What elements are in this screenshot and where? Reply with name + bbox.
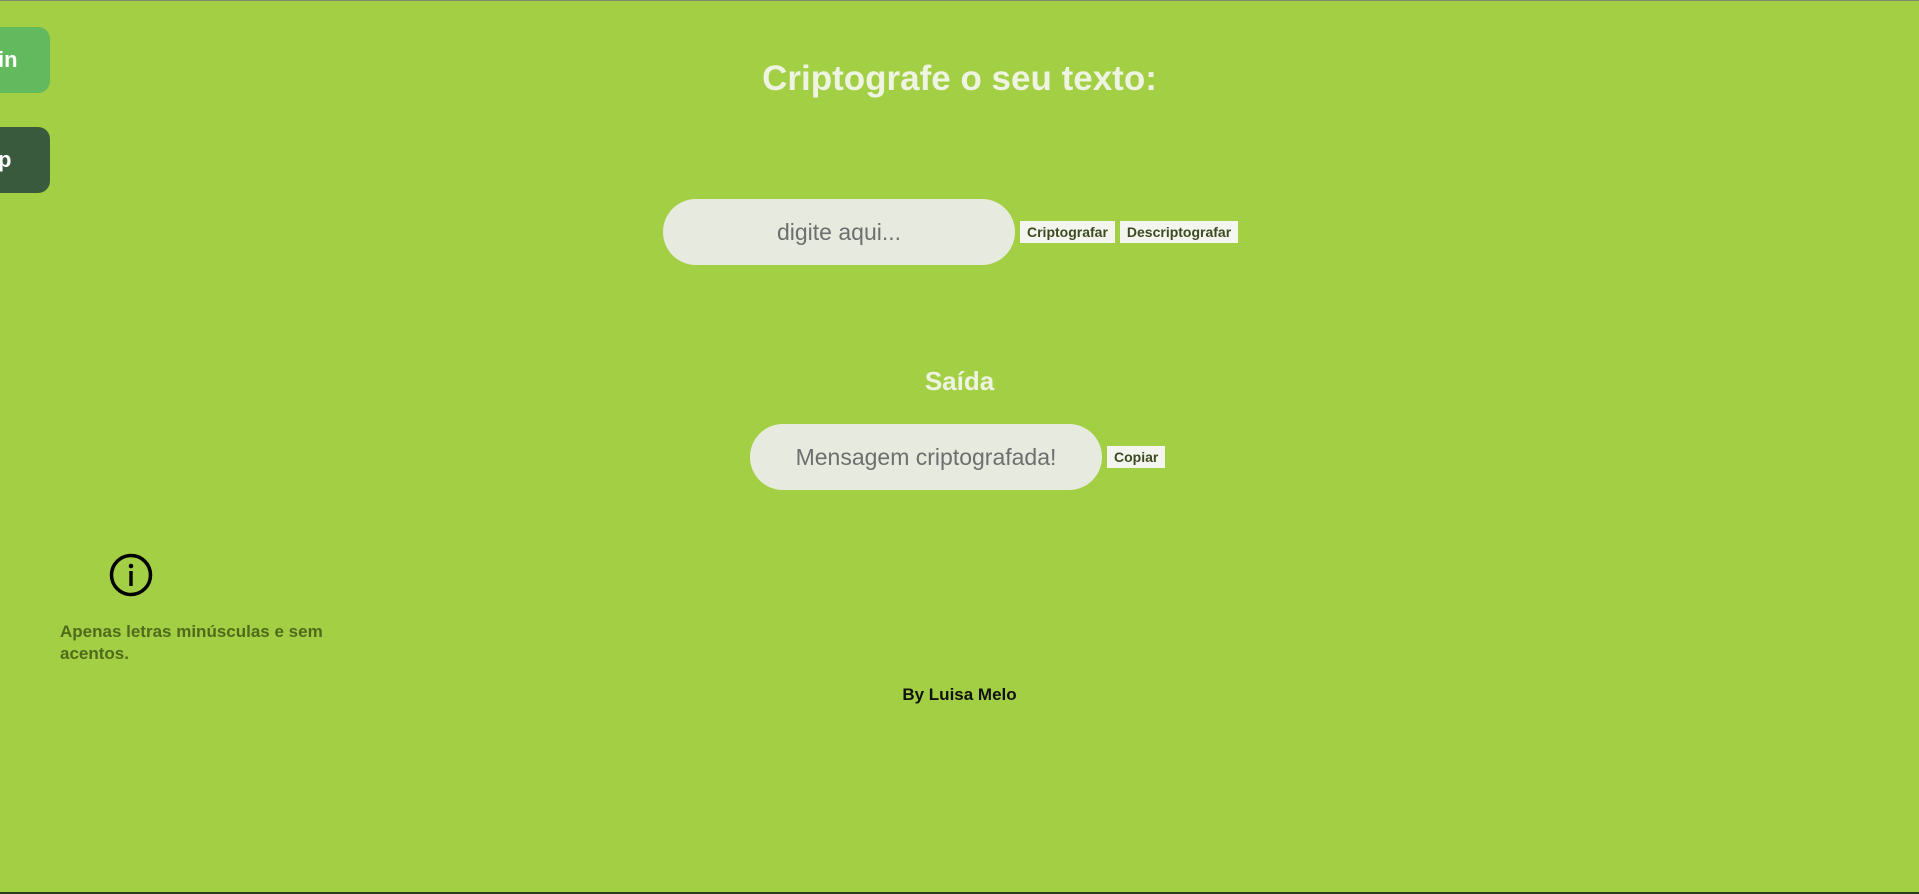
github-tab[interactable]: p	[0, 127, 50, 193]
info-circle-icon	[109, 553, 153, 597]
info-text: Apenas letras minúsculas e sem acentos.	[60, 622, 323, 663]
text-input[interactable]	[663, 199, 1015, 265]
encrypt-button[interactable]: Criptografar	[1020, 221, 1115, 243]
page-title: Criptografe o seu texto:	[762, 59, 1157, 98]
encrypt-input-row: Criptografar Descriptografar	[663, 199, 1239, 265]
copy-button[interactable]: Copiar	[1107, 446, 1166, 468]
output-title: Saída	[924, 366, 995, 396]
github-tab-label: p	[0, 147, 12, 172]
output-row: Copiar	[750, 424, 1166, 490]
decrypt-button[interactable]: Descriptografar	[1119, 221, 1239, 243]
footer-credit: By Luisa Melo	[902, 685, 1017, 704]
output-field[interactable]	[750, 424, 1102, 490]
